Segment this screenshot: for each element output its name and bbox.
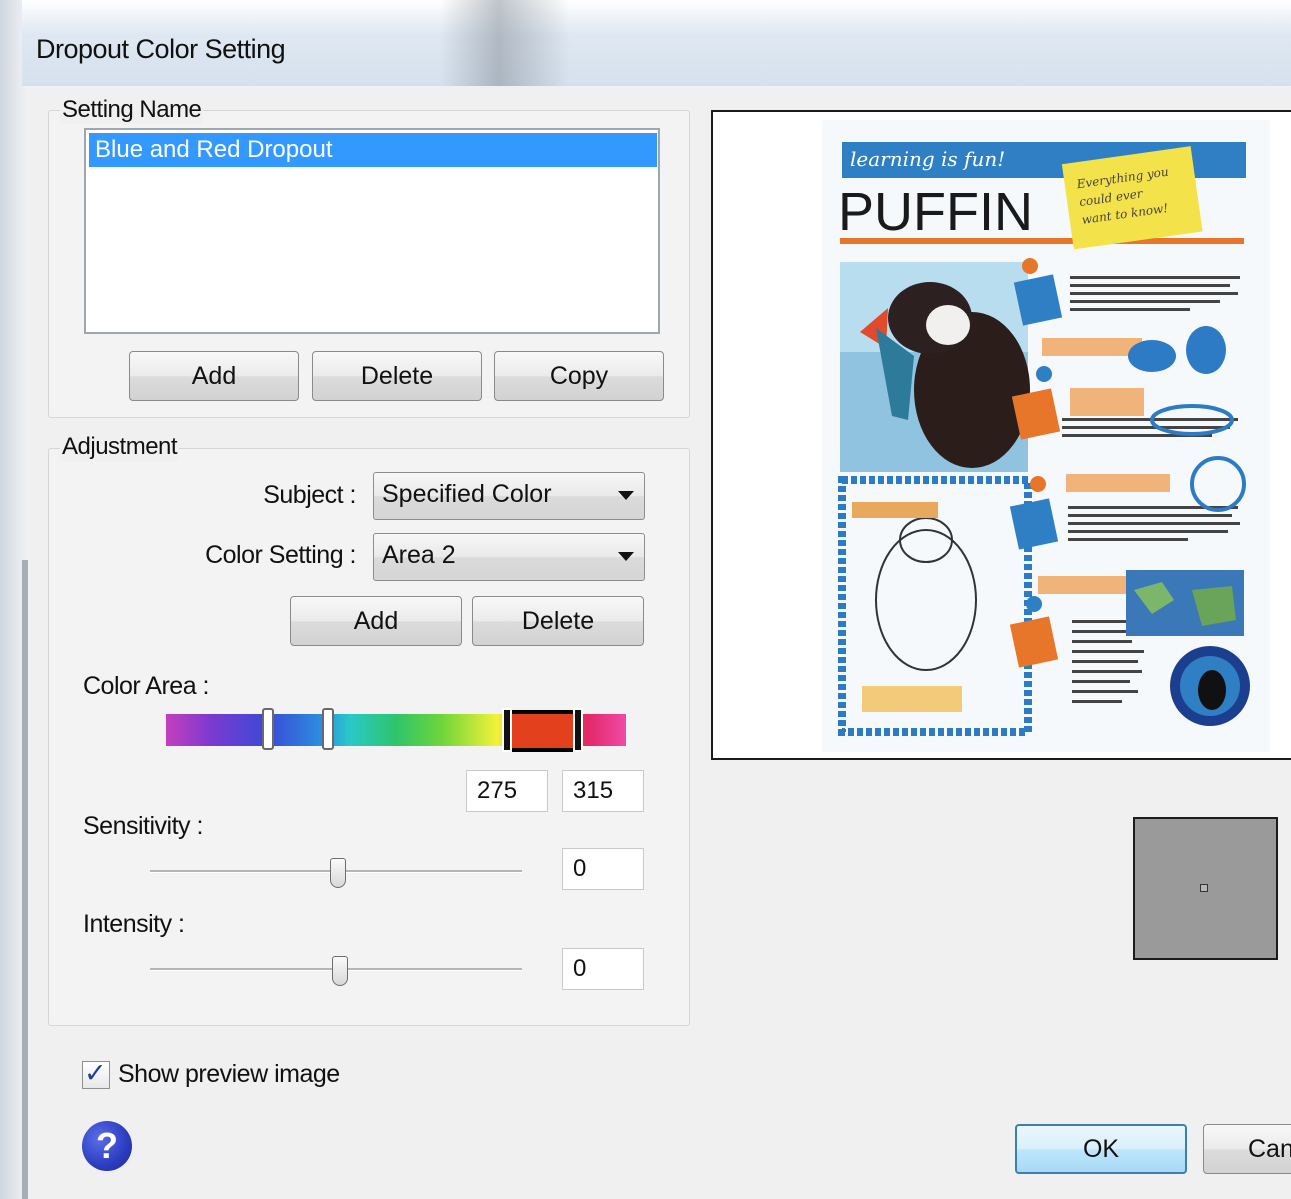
- checkmark-icon: ✓: [84, 1058, 107, 1088]
- title-bar-reflection: [440, 0, 570, 86]
- sticky-note: Everything you could ever want to know!: [1061, 146, 1203, 250]
- swatch-sample-point: [1200, 884, 1208, 892]
- setting-name-list[interactable]: Blue and Red Dropout: [84, 128, 660, 334]
- banner-text: learning is fun!: [850, 147, 1005, 171]
- color-setting-combobox[interactable]: Area 2: [373, 533, 645, 581]
- intensity-label: Intensity :: [83, 910, 185, 938]
- preview-document: learning is fun! PUFFIN Everything you c…: [822, 120, 1270, 752]
- setting-copy-button[interactable]: Copy: [494, 351, 664, 401]
- color-delete-button[interactable]: Delete: [472, 596, 644, 646]
- puffin-title: PUFFIN: [838, 182, 1033, 242]
- color-area-from-field[interactable]: 275: [466, 770, 548, 812]
- color-area-label: Color Area :: [83, 672, 210, 700]
- subject-label: Subject :: [263, 481, 356, 509]
- intensity-field[interactable]: 0: [562, 948, 644, 990]
- color-setting-label: Color Setting :: [205, 541, 356, 569]
- area2-end-handle[interactable]: [573, 708, 583, 752]
- subject-combobox-value: Specified Color: [382, 480, 552, 508]
- cancel-button[interactable]: Can: [1203, 1124, 1291, 1174]
- ok-button[interactable]: OK: [1015, 1124, 1187, 1174]
- color-area-to-field[interactable]: 315: [562, 770, 644, 812]
- color-setting-combobox-value: Area 2: [382, 541, 456, 569]
- title-underline: [840, 238, 1244, 244]
- help-icon[interactable]: ?: [82, 1121, 132, 1171]
- chevron-down-icon: [618, 491, 634, 500]
- subject-combobox[interactable]: Specified Color: [373, 472, 645, 520]
- area2-start-handle[interactable]: [502, 708, 512, 752]
- area2-selected-range[interactable]: [506, 710, 580, 752]
- chevron-down-icon: [618, 552, 634, 561]
- intensity-slider-thumb[interactable]: [332, 956, 348, 986]
- sensitivity-label: Sensitivity :: [83, 812, 203, 840]
- adjustment-label: Adjustment: [60, 433, 180, 461]
- area1-start-handle[interactable]: [262, 708, 274, 750]
- setting-name-label: Setting Name: [60, 96, 204, 124]
- sensitivity-slider-thumb[interactable]: [330, 858, 346, 888]
- area1-end-handle[interactable]: [322, 708, 334, 750]
- preview-document-art: learning is fun! PUFFIN Everything you c…: [838, 142, 1250, 736]
- fact-tags: [1038, 338, 1170, 594]
- sensitivity-field[interactable]: 0: [562, 848, 644, 890]
- window-left-shadow: [22, 560, 28, 1199]
- setting-delete-button[interactable]: Delete: [312, 351, 482, 401]
- show-preview-label[interactable]: Show preview image: [118, 1060, 340, 1089]
- setting-add-button[interactable]: Add: [129, 351, 299, 401]
- color-add-button[interactable]: Add: [290, 596, 462, 646]
- show-preview-checkbox[interactable]: ✓: [82, 1058, 110, 1089]
- window-title: Dropout Color Setting: [36, 34, 286, 64]
- setting-list-item-selected[interactable]: Blue and Red Dropout: [89, 133, 657, 167]
